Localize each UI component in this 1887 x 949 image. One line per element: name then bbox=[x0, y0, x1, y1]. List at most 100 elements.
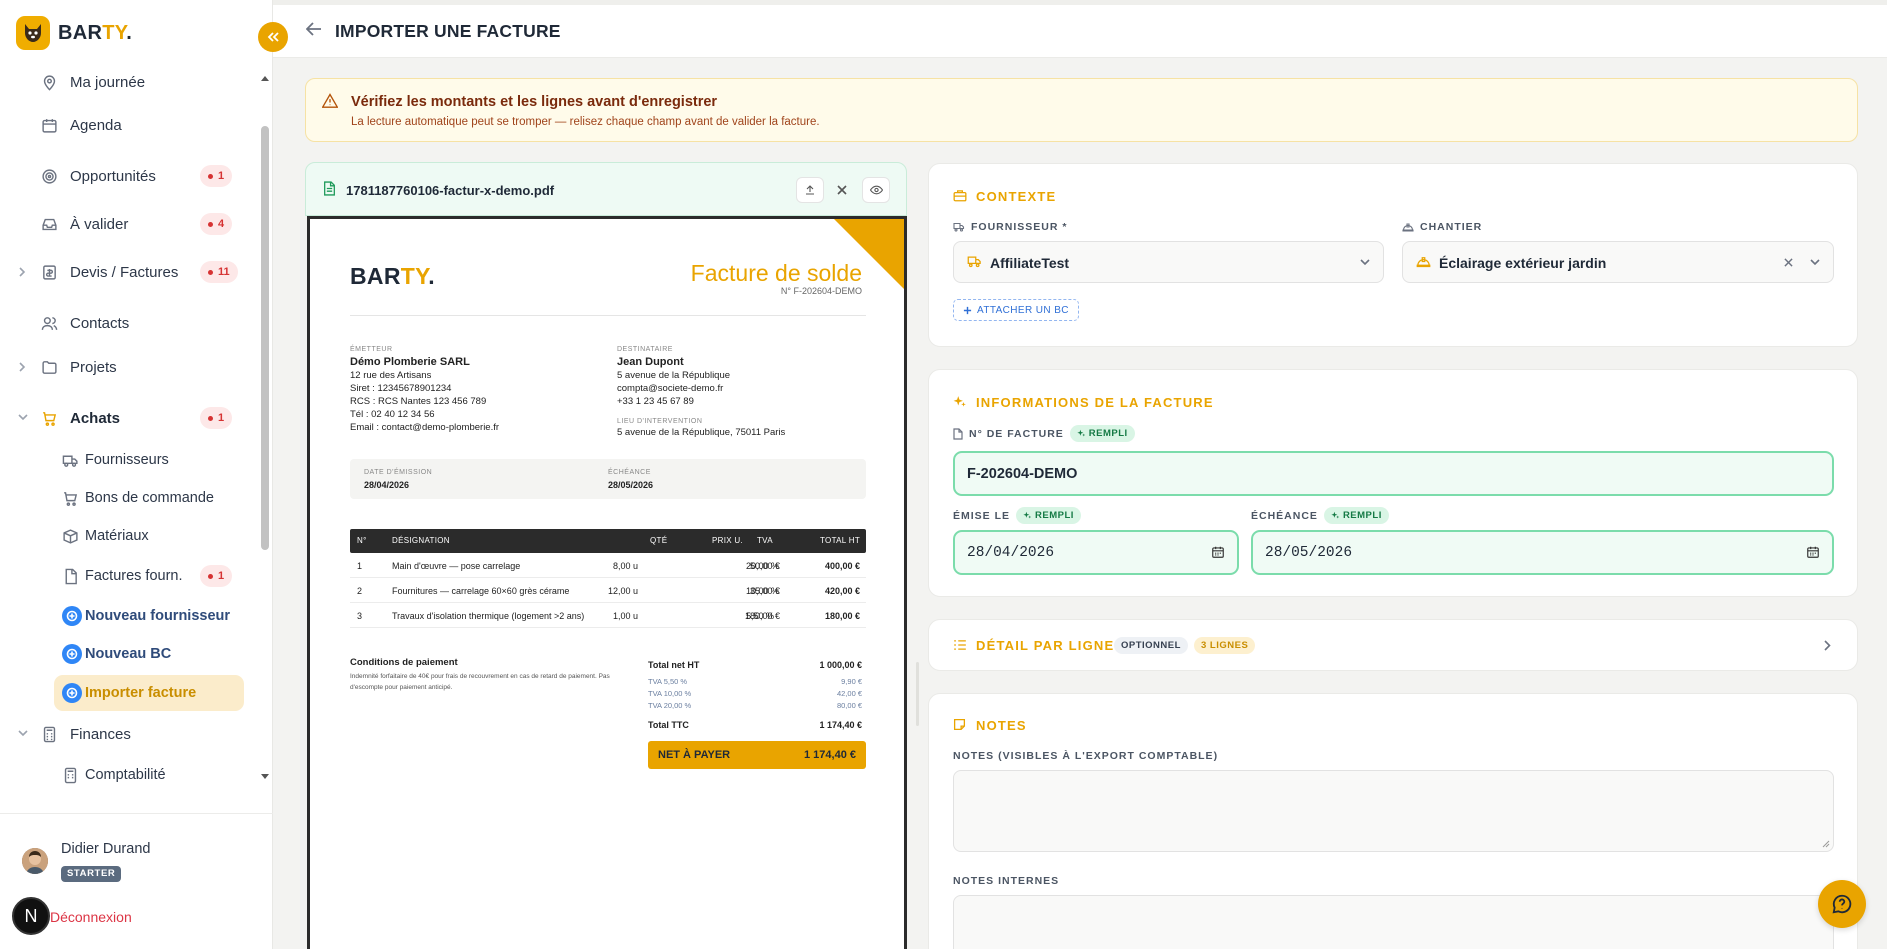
alert-text: La lecture automatique peut se tromper —… bbox=[351, 116, 820, 128]
supplier-label: FOURNISSEUR * bbox=[953, 221, 1067, 233]
chevron-down-icon bbox=[1810, 259, 1820, 266]
count-badge: 1 bbox=[200, 565, 233, 587]
folder-icon bbox=[42, 361, 57, 374]
pdf-file-header: 1781187760106-factur-x-demo.pdf bbox=[305, 162, 907, 216]
filled-badge: REMPLI bbox=[1323, 507, 1389, 524]
plus-circle-icon bbox=[62, 644, 82, 664]
n-logo-icon[interactable]: N bbox=[12, 897, 50, 935]
help-chat-button[interactable] bbox=[1818, 880, 1866, 928]
back-button[interactable] bbox=[306, 22, 322, 36]
logout-button[interactable]: Déconnexion bbox=[50, 909, 132, 925]
sidebar-item-projets[interactable]: Projets bbox=[0, 349, 246, 385]
supplier-value: AffiliateTest bbox=[990, 255, 1070, 271]
sidebar-item-factures-fourn[interactable]: Factures fourn. 1 bbox=[0, 558, 246, 594]
payment-conditions-text: Indemnité forfaitaire de 40€ pour frais … bbox=[350, 673, 610, 691]
line-detail-card[interactable]: DÉTAIL PAR LIGNE OPTIONNEL 3 LIGNES bbox=[928, 619, 1858, 671]
invoice-number-label: N° DE FACTURE REMPLI bbox=[953, 425, 1135, 442]
sidebar-item-label: Importer facture bbox=[85, 685, 197, 701]
emitted-date-input[interactable]: 28/04/2026 bbox=[953, 530, 1239, 575]
internal-notes-label: NOTES INTERNES bbox=[953, 875, 1060, 887]
remove-file-button[interactable] bbox=[828, 177, 856, 203]
calendar-icon[interactable] bbox=[1806, 545, 1820, 559]
brand-logo[interactable]: BARTY. bbox=[16, 16, 132, 50]
chevron-right-icon bbox=[19, 362, 26, 372]
calculator-icon bbox=[64, 767, 77, 784]
sidebar-item-devis-factures[interactable]: Devis / Factures 11 bbox=[0, 254, 246, 290]
briefcase-icon bbox=[953, 190, 967, 202]
site-caption: LIEU D'INTERVENTION bbox=[617, 418, 703, 425]
map-pin-icon bbox=[43, 75, 56, 91]
sidebar-item-label: Achats bbox=[70, 409, 121, 427]
sparkles-icon bbox=[953, 396, 966, 407]
chevron-down-icon bbox=[18, 730, 28, 737]
hard-hat-icon bbox=[1416, 257, 1431, 268]
export-notes-textarea[interactable] bbox=[953, 770, 1834, 852]
panel-resize-handle[interactable] bbox=[916, 662, 919, 726]
sidebar-item-comptabilite[interactable]: Comptabilité bbox=[0, 757, 246, 788]
warning-icon bbox=[322, 93, 338, 108]
doc-number: N° F-202604-DEMO bbox=[780, 286, 862, 296]
invoice-info-card: INFORMATIONS DE LA FACTURE N° DE FACTURE… bbox=[928, 369, 1858, 597]
sidebar-item-agenda[interactable]: Agenda bbox=[0, 107, 246, 143]
due-date-label: ÉCHÉANCE REMPLI bbox=[1251, 507, 1389, 524]
sidebar-item-nouveau-fournisseur[interactable]: Nouveau fournisseur bbox=[0, 598, 246, 634]
sidebar-item-label: Nouveau fournisseur bbox=[85, 608, 231, 624]
site-value: Éclairage extérieur jardin bbox=[1439, 255, 1607, 271]
sidebar-item-contacts[interactable]: Contacts bbox=[0, 305, 246, 341]
preview-button[interactable] bbox=[862, 177, 890, 203]
internal-notes-textarea[interactable] bbox=[953, 895, 1834, 949]
net-to-pay-box: NET À PAYER 1 174,40 € bbox=[648, 741, 866, 769]
payment-conditions-title: Conditions de paiement bbox=[350, 657, 458, 668]
sidebar-item-label: Ma journée bbox=[70, 73, 146, 91]
upload-icon bbox=[806, 185, 814, 195]
recipient-caption: DESTINATAIRE bbox=[617, 346, 673, 353]
sidebar-item-label: Finances bbox=[70, 725, 131, 743]
due-date-input[interactable]: 28/05/2026 bbox=[1251, 530, 1834, 575]
scroll-thumb[interactable] bbox=[261, 126, 269, 550]
scroll-down-arrow-icon[interactable] bbox=[261, 774, 269, 779]
site-select[interactable]: Éclairage extérieur jardin bbox=[1402, 241, 1834, 283]
target-icon bbox=[42, 169, 57, 184]
sidebar-item-finances[interactable]: Finances bbox=[0, 716, 246, 752]
sidebar-item-bons-de-commande[interactable]: Bons de commande bbox=[0, 480, 246, 516]
upload-button[interactable] bbox=[796, 177, 824, 203]
sidebar-item-label: Nouveau BC bbox=[85, 646, 172, 662]
calculator-icon bbox=[43, 726, 56, 743]
chevron-right-icon bbox=[19, 267, 26, 277]
cart-icon bbox=[43, 412, 57, 426]
truck-icon bbox=[953, 222, 965, 232]
supplier-select[interactable]: AffiliateTest bbox=[953, 241, 1384, 283]
sidebar-item-a-valider[interactable]: À valider 4 bbox=[0, 206, 246, 242]
badge-dot bbox=[208, 173, 213, 179]
attach-po-button[interactable]: ATTACHER UN BC bbox=[953, 299, 1079, 321]
sidebar-item-opportunites[interactable]: Opportunités 1 bbox=[0, 158, 246, 194]
header-strip bbox=[273, 0, 1887, 5]
verification-alert: Vérifiez les montants et les lignes avan… bbox=[305, 78, 1858, 142]
calendar-icon[interactable] bbox=[1211, 545, 1225, 559]
sidebar-item-fournisseurs[interactable]: Fournisseurs bbox=[0, 442, 246, 478]
sidebar-item-ma-journee[interactable]: Ma journée bbox=[0, 64, 246, 100]
avatar[interactable] bbox=[22, 848, 48, 874]
scroll-up-arrow-icon[interactable] bbox=[261, 76, 269, 81]
invoice-number-value: F-202604-DEMO bbox=[967, 466, 1078, 482]
clear-icon[interactable] bbox=[1784, 258, 1793, 267]
file-icon bbox=[65, 568, 77, 585]
sidebar-item-achats[interactable]: Achats 1 bbox=[0, 400, 246, 436]
pdf-preview[interactable]: BARTY. Facture de solde N° F-202604-DEMO… bbox=[307, 216, 907, 949]
recipient-block: Jean Dupont 5 avenue de la République co… bbox=[617, 356, 731, 407]
sidebar-item-label: Comptabilité bbox=[85, 767, 166, 783]
invoice-number-input[interactable]: F-202604-DEMO bbox=[953, 451, 1834, 496]
sidebar-scrollbar[interactable] bbox=[258, 64, 272, 788]
plus-circle-icon bbox=[62, 606, 82, 626]
file-text-icon bbox=[324, 181, 335, 196]
resize-grip-icon[interactable] bbox=[1822, 840, 1830, 848]
table-row: 2 Fournitures — carrelage 60×60 grès cér… bbox=[350, 578, 866, 603]
chevron-down-icon bbox=[18, 414, 28, 421]
dates-box: DATE D'ÉMISSION 28/04/2026 ÉCHÉANCE 28/0… bbox=[350, 459, 866, 499]
sidebar-item-label: Agenda bbox=[70, 116, 122, 134]
sidebar-item-label: Matériaux bbox=[85, 528, 149, 544]
sidebar-item-materiaux[interactable]: Matériaux bbox=[0, 518, 246, 554]
sidebar-item-importer-facture[interactable]: Importer facture bbox=[0, 675, 246, 711]
collapse-sidebar-button[interactable] bbox=[258, 22, 288, 52]
sidebar-item-nouveau-bc[interactable]: Nouveau BC bbox=[0, 636, 246, 672]
